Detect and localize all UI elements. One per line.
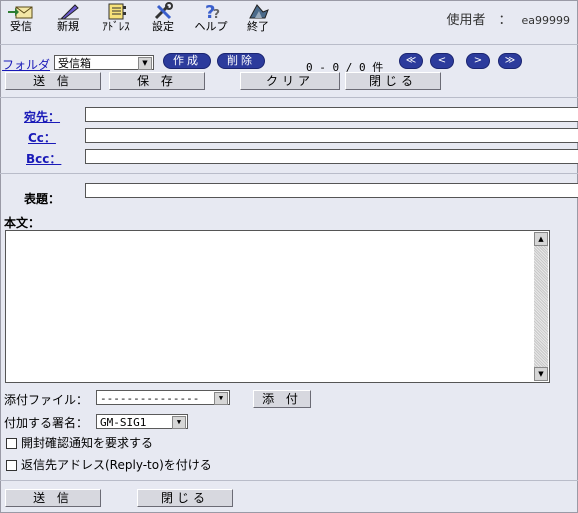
toolbar-exit[interactable]: 終了 bbox=[238, 0, 278, 33]
toolbar-label: 終了 bbox=[247, 20, 269, 33]
subject-label: 表題： bbox=[24, 192, 61, 206]
toolbar-address[interactable]: ｱﾄﾞﾚｽ bbox=[96, 0, 136, 33]
subject-field[interactable] bbox=[85, 183, 578, 198]
toolbar-help[interactable]: ?? ヘルプ bbox=[191, 0, 231, 33]
toolbar-label: ｱﾄﾞﾚｽ bbox=[102, 20, 130, 33]
attachment-label: 添付ファイル： bbox=[4, 393, 89, 407]
attach-button[interactable]: 添 付 bbox=[253, 390, 311, 408]
exit-icon bbox=[243, 2, 273, 20]
reply-to-checkbox[interactable] bbox=[6, 460, 17, 471]
to-field[interactable] bbox=[85, 107, 578, 122]
close-button-top[interactable]: 閉じる bbox=[345, 72, 441, 90]
signature-label: 付加する署名： bbox=[4, 416, 89, 430]
attachment-select[interactable]: --------------- ▼ bbox=[96, 390, 230, 405]
signature-select-value: GM-SIG1 bbox=[100, 416, 147, 429]
body-label: 本文： bbox=[4, 216, 41, 230]
read-receipt-option[interactable]: 開封確認通知を要求する bbox=[6, 434, 153, 451]
help-question-icon: ?? bbox=[196, 2, 226, 23]
chevron-down-icon: ▼ bbox=[138, 57, 152, 70]
body-scrollbar[interactable]: ▲ ▼ bbox=[534, 232, 548, 381]
folder-select[interactable]: 受信箱 ▼ bbox=[54, 55, 154, 70]
attachment-select-value: --------------- bbox=[100, 392, 200, 405]
folder-select-value: 受信箱 bbox=[58, 57, 91, 70]
prev-page-button[interactable]: < bbox=[430, 53, 454, 69]
read-receipt-checkbox[interactable] bbox=[6, 438, 17, 449]
folder-link[interactable]: フォルダ bbox=[2, 56, 50, 73]
first-page-button[interactable]: ≪ bbox=[399, 53, 423, 69]
cc-label[interactable]: Cc： bbox=[28, 129, 56, 146]
divider bbox=[0, 480, 578, 481]
toolbar-label: ヘルプ bbox=[194, 20, 228, 33]
bcc-field[interactable] bbox=[85, 149, 578, 164]
svg-text:?: ? bbox=[213, 7, 220, 20]
user-label: 使用者 ： bbox=[446, 13, 512, 28]
chevron-down-icon: ▼ bbox=[214, 392, 228, 405]
send-button-bottom[interactable]: 送 信 bbox=[5, 489, 101, 507]
divider bbox=[0, 173, 578, 174]
chevron-down-icon: ▼ bbox=[172, 416, 186, 429]
to-label[interactable]: 宛先： bbox=[24, 108, 60, 125]
body-textarea[interactable]: ▲ ▼ bbox=[5, 230, 550, 383]
toolbar-label: 設定 bbox=[152, 20, 174, 33]
cc-field[interactable] bbox=[85, 128, 578, 143]
new-pen-icon bbox=[53, 2, 83, 20]
toolbar-label: 新規 bbox=[57, 20, 79, 33]
reply-to-option[interactable]: 返信先アドレス(Reply-to)を付ける bbox=[6, 456, 212, 473]
toolbar-label: 受信 bbox=[10, 20, 32, 33]
toolbar-new[interactable]: 新規 bbox=[48, 0, 88, 33]
receive-mail-icon bbox=[6, 2, 36, 20]
send-button-top[interactable]: 送 信 bbox=[5, 72, 101, 90]
reply-to-label: 返信先アドレス(Reply-to)を付ける bbox=[21, 458, 212, 472]
toolbar-receive[interactable]: 受信 bbox=[1, 0, 41, 33]
create-folder-button[interactable]: 作成 bbox=[163, 53, 211, 69]
bcc-label[interactable]: Bcc： bbox=[26, 150, 61, 167]
user-id: ea99999 bbox=[521, 14, 570, 27]
address-book-icon bbox=[101, 2, 131, 20]
divider bbox=[0, 97, 578, 98]
clear-button[interactable]: クリア bbox=[240, 72, 340, 90]
settings-tools-icon bbox=[148, 2, 178, 20]
toolbar-settings[interactable]: 設定 bbox=[143, 0, 183, 33]
delete-folder-button[interactable]: 削除 bbox=[217, 53, 265, 69]
scroll-up-icon[interactable]: ▲ bbox=[534, 232, 548, 246]
user-info: 使用者 ： ea99999 bbox=[446, 9, 570, 28]
next-page-button[interactable]: > bbox=[466, 53, 490, 69]
signature-select[interactable]: GM-SIG1 ▼ bbox=[96, 414, 188, 429]
scroll-down-icon[interactable]: ▼ bbox=[534, 367, 548, 381]
last-page-button[interactable]: ≫ bbox=[498, 53, 522, 69]
close-button-bottom[interactable]: 閉じる bbox=[137, 489, 233, 507]
save-button[interactable]: 保 存 bbox=[109, 72, 205, 90]
read-receipt-label: 開封確認通知を要求する bbox=[21, 436, 154, 450]
divider bbox=[0, 44, 578, 45]
toolbar: 受信 新規 ｱﾄﾞﾚｽ 設定 ?? ヘルプ 終了 使用者 ： ea99999 bbox=[0, 0, 578, 38]
